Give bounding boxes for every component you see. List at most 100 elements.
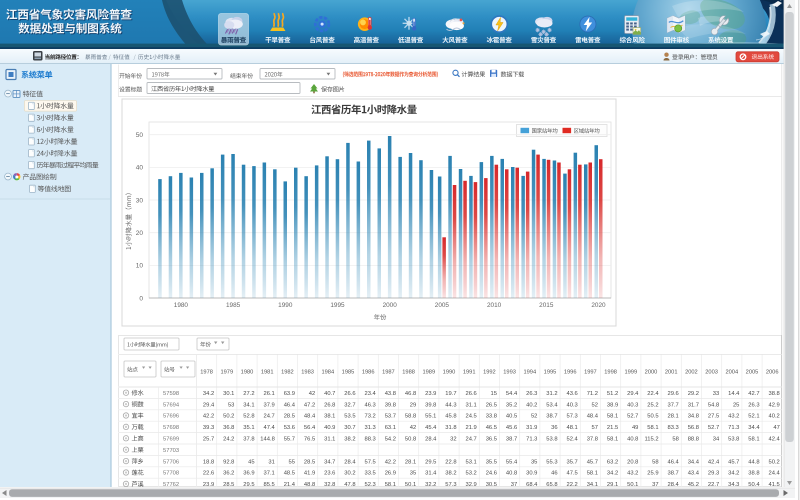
svg-text:50.1: 50.1 bbox=[627, 482, 638, 488]
svg-text:48.1: 48.1 bbox=[567, 425, 578, 431]
svg-text:37.8: 37.8 bbox=[243, 437, 254, 443]
svg-text:2015: 2015 bbox=[539, 302, 554, 309]
svg-text:50.4: 50.4 bbox=[748, 482, 760, 488]
svg-text:53.4: 53.4 bbox=[546, 402, 558, 408]
svg-text:63.1: 63.1 bbox=[385, 425, 396, 431]
svg-text:36.5: 36.5 bbox=[486, 437, 497, 443]
svg-text:57698: 57698 bbox=[163, 425, 179, 431]
svg-text:28.5: 28.5 bbox=[223, 482, 234, 488]
svg-text:44.3: 44.3 bbox=[445, 402, 456, 408]
svg-text:76.5: 76.5 bbox=[304, 437, 315, 443]
svg-text:46.4: 46.4 bbox=[284, 402, 296, 408]
svg-text:49: 49 bbox=[632, 425, 638, 431]
svg-text:29.3: 29.3 bbox=[708, 471, 719, 477]
svg-text:55: 55 bbox=[289, 459, 295, 465]
svg-text:50.1: 50.1 bbox=[405, 482, 416, 488]
svg-text:31.1: 31.1 bbox=[324, 437, 335, 443]
svg-text:31.4: 31.4 bbox=[425, 471, 437, 477]
svg-text:35: 35 bbox=[531, 459, 537, 465]
svg-text:46: 46 bbox=[551, 471, 557, 477]
svg-text:1995: 1995 bbox=[544, 369, 557, 375]
svg-text:52.7: 52.7 bbox=[627, 414, 638, 420]
svg-text:43.6: 43.6 bbox=[567, 391, 578, 397]
svg-text:52.4: 52.4 bbox=[567, 437, 579, 443]
svg-text:26.3: 26.3 bbox=[526, 391, 537, 397]
svg-text:34.2: 34.2 bbox=[203, 391, 214, 397]
svg-text:58.1: 58.1 bbox=[647, 425, 658, 431]
svg-text:47: 47 bbox=[773, 425, 779, 431]
svg-text:58.1: 58.1 bbox=[607, 437, 618, 443]
svg-text:45.6: 45.6 bbox=[506, 425, 517, 431]
svg-text:37.1: 37.1 bbox=[264, 471, 275, 477]
svg-text:39.3: 39.3 bbox=[203, 425, 214, 431]
svg-text:54.4: 54.4 bbox=[506, 391, 518, 397]
svg-text:55.4: 55.4 bbox=[506, 459, 518, 465]
svg-text:42.4: 42.4 bbox=[708, 459, 720, 465]
svg-text:44.8: 44.8 bbox=[748, 459, 759, 465]
svg-text:35.7: 35.7 bbox=[567, 459, 578, 465]
svg-text:38.9: 38.9 bbox=[607, 402, 618, 408]
svg-text:40.5: 40.5 bbox=[506, 414, 517, 420]
svg-text:27.2: 27.2 bbox=[243, 391, 254, 397]
svg-text:41.9: 41.9 bbox=[304, 471, 315, 477]
svg-text:38.7: 38.7 bbox=[546, 414, 557, 420]
svg-text:56.8: 56.8 bbox=[688, 425, 699, 431]
svg-text:57708: 57708 bbox=[163, 471, 179, 477]
svg-text:57.3: 57.3 bbox=[445, 482, 456, 488]
svg-text:1978: 1978 bbox=[200, 369, 213, 375]
svg-text:33: 33 bbox=[713, 391, 719, 397]
svg-text:71.3: 71.3 bbox=[526, 437, 537, 443]
svg-text:42: 42 bbox=[309, 391, 315, 397]
svg-text:23.9: 23.9 bbox=[425, 391, 436, 397]
svg-text:39.8: 39.8 bbox=[425, 402, 436, 408]
svg-text:1981: 1981 bbox=[261, 369, 274, 375]
svg-text:52.1: 52.1 bbox=[748, 414, 759, 420]
svg-text:53.7: 53.7 bbox=[385, 414, 396, 420]
svg-text:1984: 1984 bbox=[321, 369, 334, 375]
svg-text:29.4: 29.4 bbox=[203, 402, 215, 408]
svg-text:22.4: 22.4 bbox=[647, 391, 659, 397]
svg-text:1994: 1994 bbox=[523, 369, 536, 375]
svg-text:45.7: 45.7 bbox=[728, 459, 739, 465]
svg-text:55.3: 55.3 bbox=[546, 459, 557, 465]
svg-text:45.2: 45.2 bbox=[688, 482, 699, 488]
svg-text:42.4: 42.4 bbox=[769, 437, 781, 443]
svg-text:50: 50 bbox=[136, 132, 144, 139]
svg-text:53.8: 53.8 bbox=[728, 437, 739, 443]
svg-text:45.8: 45.8 bbox=[445, 414, 456, 420]
svg-text:57696: 57696 bbox=[163, 414, 179, 420]
svg-text:32.8: 32.8 bbox=[324, 482, 335, 488]
svg-text:2000: 2000 bbox=[383, 302, 398, 309]
svg-text:34.4: 34.4 bbox=[748, 425, 760, 431]
svg-text:22.6: 22.6 bbox=[203, 471, 214, 477]
svg-text:38.8: 38.8 bbox=[769, 391, 780, 397]
svg-text:36.8: 36.8 bbox=[223, 425, 234, 431]
svg-text:25: 25 bbox=[733, 402, 739, 408]
svg-text:46.8: 46.8 bbox=[405, 391, 416, 397]
svg-text:88.8: 88.8 bbox=[688, 437, 699, 443]
svg-text:1998: 1998 bbox=[604, 369, 617, 375]
svg-text:45.4: 45.4 bbox=[425, 425, 437, 431]
svg-text:26.6: 26.6 bbox=[344, 391, 355, 397]
svg-text:1986: 1986 bbox=[362, 369, 375, 375]
svg-text:0: 0 bbox=[139, 295, 143, 302]
svg-text:21.9: 21.9 bbox=[466, 425, 477, 431]
svg-text:40.8: 40.8 bbox=[506, 471, 517, 477]
svg-text:57.5: 57.5 bbox=[365, 459, 376, 465]
svg-text:40.2: 40.2 bbox=[769, 414, 780, 420]
svg-text:25.7: 25.7 bbox=[203, 437, 214, 443]
svg-text:37: 37 bbox=[511, 482, 517, 488]
svg-text:1980: 1980 bbox=[174, 302, 189, 309]
svg-text:1982: 1982 bbox=[281, 369, 294, 375]
svg-text:34.7: 34.7 bbox=[324, 459, 335, 465]
svg-text:14.4: 14.4 bbox=[728, 391, 740, 397]
svg-text:40.3: 40.3 bbox=[567, 402, 578, 408]
svg-text:57762: 57762 bbox=[163, 482, 179, 488]
svg-text:29: 29 bbox=[410, 402, 416, 408]
svg-text:31.7: 31.7 bbox=[688, 402, 699, 408]
svg-text:22.2: 22.2 bbox=[567, 482, 578, 488]
svg-text:33.5: 33.5 bbox=[365, 471, 376, 477]
svg-text:144.8: 144.8 bbox=[260, 437, 275, 443]
svg-text:29.4: 29.4 bbox=[627, 391, 639, 397]
svg-text:37: 37 bbox=[652, 482, 658, 488]
